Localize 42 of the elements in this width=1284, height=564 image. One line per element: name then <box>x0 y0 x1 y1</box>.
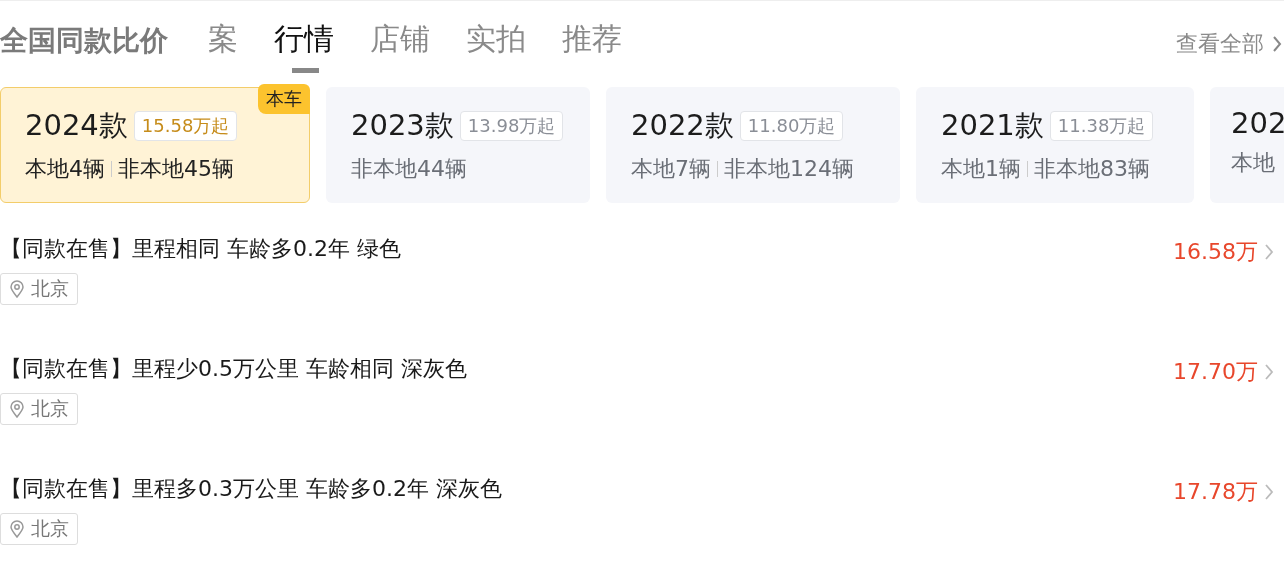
count-text: 非本地45辆 <box>118 155 234 183</box>
count-text: 本地4辆 <box>25 155 105 183</box>
location-pin-icon <box>9 280 25 298</box>
price-tag: 11.80万起 <box>739 111 844 141</box>
count-text: 非本地124辆 <box>724 155 854 183</box>
listing-title[interactable]: 【同款在售】里程相同 车龄多0.2年 绿色 <box>0 229 401 269</box>
tab-indicator <box>292 68 319 73</box>
location-text: 北京 <box>31 396 69 421</box>
year-label: 202 <box>1231 106 1284 140</box>
price-tag: 15.58万起 <box>133 111 238 141</box>
section-title: 全国同款比价 <box>0 23 168 59</box>
tab[interactable]: 行情 <box>274 19 334 67</box>
year-card[interactable]: 2023款 13.98万起 非本地44辆 <box>326 87 590 203</box>
listing-price: 17.70万 <box>1173 358 1258 386</box>
year-card[interactable]: 2021款 11.38万起 本地1辆 非本地83辆 <box>916 87 1194 203</box>
year-card[interactable]: 202 本地 <box>1210 87 1284 203</box>
chevron-right-icon <box>1264 482 1274 502</box>
chevron-right-icon <box>1264 242 1274 262</box>
year-label: 2023款 <box>351 107 454 144</box>
year-label: 2022款 <box>631 107 734 144</box>
location-pin-icon <box>9 400 25 418</box>
count-text: 本地 <box>1231 149 1275 177</box>
count-text: 非本地83辆 <box>1034 155 1150 183</box>
year-label: 2021款 <box>941 107 1044 144</box>
count-text: 非本地44辆 <box>351 155 467 183</box>
listing-price: 17.78万 <box>1173 478 1258 506</box>
location-text: 北京 <box>31 516 69 541</box>
badge: 本车 <box>258 84 310 114</box>
price-tag: 11.38万起 <box>1049 111 1154 141</box>
price-tag: 13.98万起 <box>459 111 564 141</box>
year-card[interactable]: 2022款 11.80万起 本地7辆 非本地124辆 <box>606 87 900 203</box>
chevron-right-icon <box>1272 35 1282 53</box>
listing-price: 16.58万 <box>1173 238 1258 266</box>
listing-title[interactable]: 【同款在售】里程少0.5万公里 车龄相同 深灰色 <box>0 349 467 389</box>
year-label: 2024款 <box>25 107 128 144</box>
listing-title[interactable]: 【同款在售】里程多0.3万公里 车龄多0.2年 深灰色 <box>0 469 502 509</box>
count-text: 本地7辆 <box>631 155 711 183</box>
location-pin-icon <box>9 520 25 538</box>
count-text: 本地1辆 <box>941 155 1021 183</box>
year-card[interactable]: 2024款 15.58万起 本地4辆 非本地45辆 本车 <box>0 87 310 203</box>
chevron-right-icon <box>1264 362 1274 382</box>
location-text: 北京 <box>31 276 69 301</box>
